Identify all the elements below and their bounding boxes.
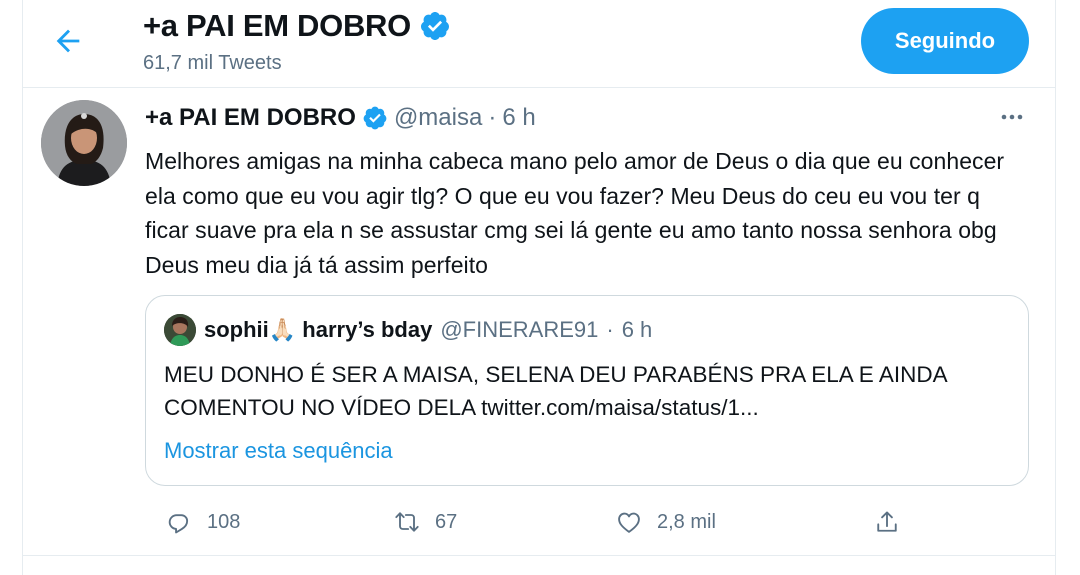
retweet-icon [395,512,419,532]
quoted-avatar [164,314,196,346]
quoted-author-name: sophii🙏🏻 harry’s bday [204,317,433,342]
verified-badge-icon [363,106,387,130]
tweet-header: +a PAI EM DOBRO @maisa · 6 h [145,104,536,132]
quoted-tweet-header: sophii🙏🏻 harry’s bday @FINERARE91 · 6 h [164,314,652,346]
tweet-actions: 108 67 2,8 mil [145,508,925,542]
reply-button[interactable]: 108 [165,508,240,536]
like-icon [618,512,640,533]
avatar[interactable] [41,100,127,186]
author-handle[interactable]: @maisa [394,104,482,132]
author-name[interactable]: +a PAI EM DOBRO [145,104,356,132]
retweet-button[interactable]: 67 [393,508,457,536]
reply-count: 108 [207,510,241,533]
reply-icon [168,514,189,534]
tweet-count: 61,7 mil Tweets [143,52,282,74]
timeline-column: +a PAI EM DOBRO 61,7 mil Tweets Seguindo… [22,0,1056,575]
show-thread-link[interactable]: Mostrar esta sequência [164,438,393,464]
following-button[interactable]: Seguindo [861,8,1029,74]
tweet[interactable]: +a PAI EM DOBRO @maisa · 6 h Melhores am… [23,88,1055,556]
quoted-tweet[interactable]: sophii🙏🏻 harry’s bday @FINERARE91 · 6 h … [145,295,1029,486]
page-title: +a PAI EM DOBRO [143,8,451,44]
verified-badge-icon [420,12,449,40]
separator-dot: · [606,317,614,342]
more-icon[interactable] [997,102,1027,132]
back-arrow-icon[interactable] [51,24,85,58]
like-button[interactable]: 2,8 mil [615,508,716,536]
tweet-text: Melhores amigas na minha cabeca mano pel… [145,148,1005,278]
share-button[interactable] [873,508,901,536]
page-title-text: +a PAI EM DOBRO [143,8,411,43]
quoted-timestamp: 6 h [621,317,653,342]
quoted-author-handle: @FINERARE91 [440,317,599,342]
separator-dot: · [488,104,497,131]
tweet-timestamp[interactable]: 6 h [502,104,535,132]
share-icon [877,511,897,532]
like-count: 2,8 mil [657,510,716,533]
retweet-count: 67 [435,510,458,533]
quoted-tweet-text: MEU DONHO É SER A MAISA, SELENA DEU PARA… [164,362,947,420]
profile-header: +a PAI EM DOBRO 61,7 mil Tweets Seguindo [23,0,1055,88]
